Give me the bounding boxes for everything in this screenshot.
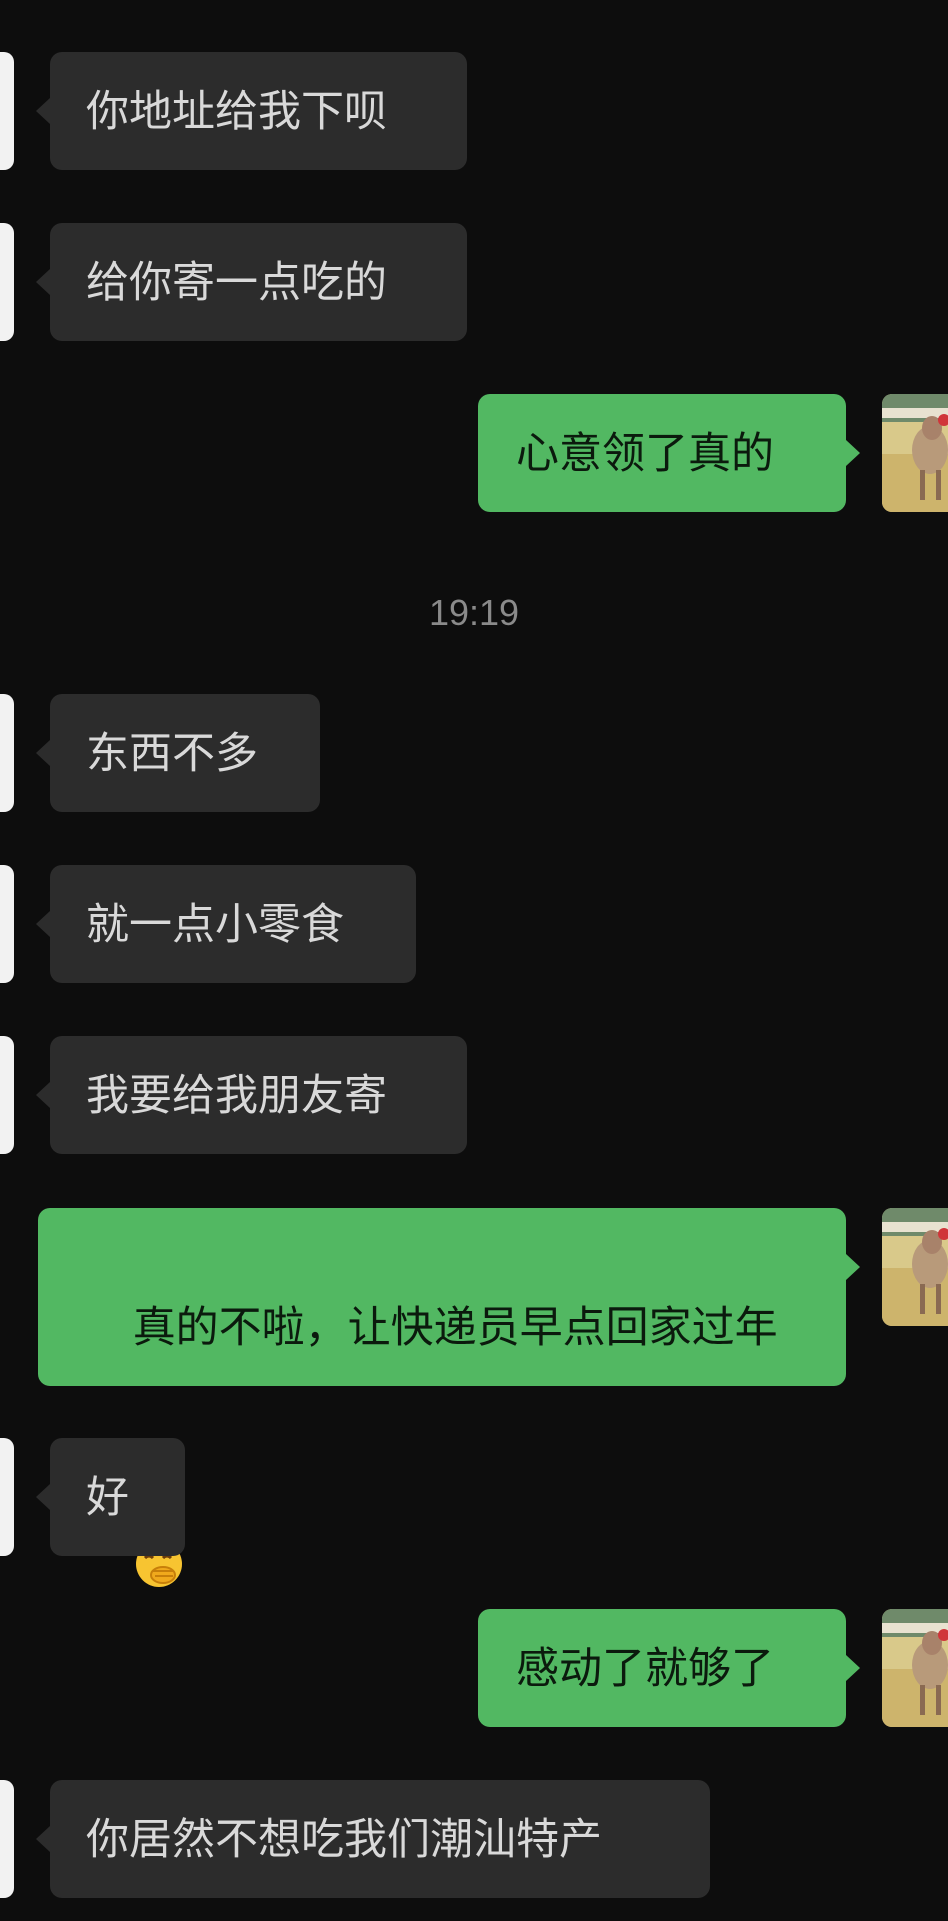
bubble-tail (36, 1826, 50, 1852)
bubble-tail (36, 1484, 50, 1510)
goat-avatar-image (882, 1609, 948, 1727)
goat-avatar-image (882, 394, 948, 512)
bubble-tail (846, 1254, 860, 1280)
incoming-message-bubble[interactable]: 给你寄一点吃的 (50, 223, 467, 341)
bubble-tail (846, 440, 860, 466)
contact-avatar[interactable] (0, 223, 14, 341)
bubble-tail (846, 1655, 860, 1681)
my-avatar[interactable] (882, 394, 948, 512)
contact-avatar[interactable] (0, 1036, 14, 1154)
message-text: 真的不啦，让快递员早点回家过年 (132, 1303, 778, 1353)
bubble-tail (36, 740, 50, 766)
message-timestamp: 19:19 (428, 592, 520, 633)
bubble-tail (36, 269, 50, 295)
bubble-tail (36, 911, 50, 937)
incoming-message-bubble[interactable]: 我要给我朋友寄 (50, 1036, 467, 1154)
incoming-message-bubble[interactable]: 好 (50, 1438, 185, 1556)
my-avatar[interactable] (882, 1208, 948, 1326)
incoming-message-bubble[interactable]: 就一点小零食 (50, 865, 416, 983)
contact-avatar[interactable] (0, 1780, 14, 1898)
chat-history[interactable]: 你地址给我下呗 给你寄一点吃的 心意领了真的 19:19 东西不多 就一点小零食… (0, 0, 948, 1921)
contact-avatar[interactable] (0, 865, 14, 983)
outgoing-message-bubble[interactable]: 心意领了真的 (478, 394, 846, 512)
incoming-message-bubble[interactable]: 东西不多 (50, 694, 320, 812)
incoming-message-bubble[interactable]: 你地址给我下呗 (50, 52, 467, 170)
contact-avatar[interactable] (0, 694, 14, 812)
incoming-message-bubble[interactable]: 你居然不想吃我们潮汕特产 (50, 1780, 710, 1898)
bubble-tail (36, 1082, 50, 1108)
contact-avatar[interactable] (0, 52, 14, 170)
outgoing-message-bubble[interactable]: 真的不啦，让快递员早点回家过年 (38, 1208, 846, 1587)
contact-avatar[interactable] (0, 1438, 14, 1556)
my-avatar[interactable] (882, 1609, 948, 1727)
outgoing-message-bubble[interactable]: 感动了就够了 (478, 1609, 846, 1727)
bubble-tail (36, 98, 50, 124)
goat-avatar-image (882, 1208, 948, 1326)
